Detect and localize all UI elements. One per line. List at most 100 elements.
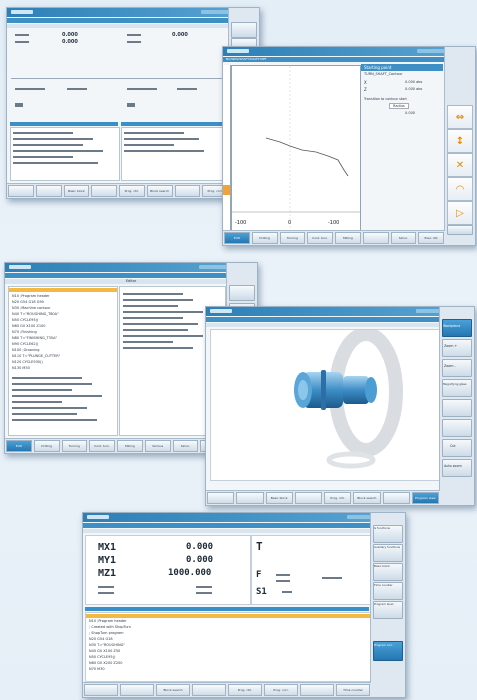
screen5-hk-1[interactable]	[84, 684, 118, 696]
r-value[interactable]: 0.000	[405, 111, 415, 115]
prog-line-8[interactable]: N60 G0 X200 Z200	[89, 661, 123, 665]
screen1-hk-7[interactable]	[174, 185, 201, 197]
hk-simulation[interactable]: Simul.	[390, 232, 417, 244]
screen3-hk-milling[interactable]: Milling	[117, 440, 143, 452]
screen3-hk-various[interactable]: Various	[144, 440, 171, 452]
screen4-softkey-6[interactable]	[442, 419, 472, 437]
screen4-hk-4[interactable]	[294, 492, 322, 504]
pole-icon[interactable]: ▷	[447, 201, 473, 225]
screen4-hk-6[interactable]: Block search	[353, 492, 381, 504]
cancel-softkey[interactable]	[447, 225, 473, 235]
simulation-view	[210, 327, 440, 481]
arc-icon[interactable]: ◠	[447, 177, 473, 201]
screen5-subheader	[83, 529, 405, 533]
screen4-softkey-5[interactable]	[442, 399, 472, 417]
hk-turning[interactable]: Turning	[279, 232, 306, 244]
editor-line-12[interactable]: N120 CYCLE930()	[12, 360, 43, 364]
zoom-out-softkey[interactable]	[442, 359, 472, 377]
field-x-value[interactable]: 0.000 abs	[405, 80, 422, 84]
prog-line-4[interactable]: N20 G54 G18	[89, 637, 113, 641]
vertical-line-icon[interactable]: ↕	[447, 129, 473, 153]
prog-line-2[interactable]: ; Created with ShopTurn	[89, 625, 131, 629]
prog-line-3[interactable]: ; ShopTurn program	[89, 631, 124, 635]
prog-line-9[interactable]: N70 M30	[89, 667, 105, 671]
screen5-hk-4[interactable]	[192, 684, 226, 696]
editor-selected-line[interactable]	[9, 288, 117, 292]
editor-line-4[interactable]: N40 T="ROUGHING_T80A"	[12, 312, 59, 316]
editor-line-11[interactable]: N110 T="PLUNGE_CUTTER"	[12, 354, 60, 358]
shaft-end	[365, 377, 377, 403]
screen3-softkey-1[interactable]	[229, 285, 255, 301]
screen1-program-header	[10, 122, 118, 126]
screen4-hk-1[interactable]	[207, 492, 235, 504]
screen3-hk-turning[interactable]: Turning	[61, 440, 88, 452]
screen1-hk-2[interactable]	[35, 185, 62, 197]
program-selected-line[interactable]	[86, 614, 370, 618]
editor-line-7[interactable]: N70 ;Finishing	[12, 330, 37, 334]
prog-line-1[interactable]: N10 ;Program header	[89, 619, 127, 623]
screen4-hk-7[interactable]	[382, 492, 410, 504]
prog-line-7[interactable]: N50 CYCLE95()	[89, 655, 115, 659]
siemens-logo	[87, 515, 109, 519]
editor-line-3[interactable]: N30 ;Machine contour	[12, 306, 51, 310]
parameter-panel: Starting point TURN_SHAFT_Contour X 0.00…	[361, 64, 443, 234]
screen1-value-2: 0.000	[62, 39, 78, 45]
screen1-hk-3[interactable]: Basic block	[63, 185, 90, 197]
screen4-hk-8[interactable]: Program view	[411, 492, 439, 504]
screen1-hk-4[interactable]	[91, 185, 117, 197]
zoom-in-softkey[interactable]	[442, 339, 472, 357]
editor-list-left: N10 ;Program header N20 G54 G18 G90 N30 …	[8, 286, 118, 436]
prog-line-5[interactable]: N30 T="ROUGHING"	[89, 643, 125, 647]
hk-milling[interactable]: Milling	[335, 232, 361, 244]
feed-label: F	[256, 570, 262, 580]
editor-line-10[interactable]: N100 ;Grooving	[12, 348, 39, 352]
editor-line-1[interactable]: N10 ;Program header	[12, 294, 50, 298]
cut-softkey[interactable]	[442, 439, 472, 457]
screen1-header	[7, 18, 259, 23]
hk-various[interactable]	[362, 232, 389, 244]
editor-line-13[interactable]: N130 M30	[12, 366, 30, 370]
screen4-hk-5[interactable]: Prog. ctrl.	[324, 492, 352, 504]
screen2-path: NC/WKS/SHAFT/SHAFT.MPF	[223, 57, 475, 62]
workpiece-softkey[interactable]	[442, 319, 472, 337]
screen1-hk-1[interactable]	[8, 185, 34, 197]
screen5-hk-2[interactable]	[120, 684, 154, 696]
screen2-softkey-bar: ⇔ ↕ ✕ ◠ ▷	[444, 47, 475, 245]
auto-zoom-softkey[interactable]	[442, 459, 472, 477]
screen1-hk-6[interactable]: Block search	[146, 185, 173, 197]
basic-block-label: Basic block	[374, 564, 390, 568]
screen5-hk-8[interactable]: Time counter	[336, 684, 370, 696]
screen3-hk-drilling[interactable]: Drilling	[33, 440, 60, 452]
screen3-hk-simul[interactable]: Simul.	[172, 440, 199, 452]
zoom-in-label: Zoom +	[444, 344, 458, 348]
screen3-hk-contour[interactable]: Cont. turn.	[89, 440, 115, 452]
editor-line-9[interactable]: N90 CYCLE62()	[12, 342, 38, 346]
hk-execute[interactable]: Exec. NC	[418, 232, 444, 244]
editor-line-6[interactable]: N60 G0 X100 Z100	[12, 324, 46, 328]
screen4-hk-2[interactable]	[236, 492, 264, 504]
field-z-value[interactable]: 0.000 abs	[405, 87, 422, 91]
field-z-label: Z	[364, 87, 367, 92]
hk-contour-turning[interactable]: Cont. turn.	[307, 232, 333, 244]
siemens-logo	[210, 309, 232, 313]
spindle-label: S1	[256, 587, 267, 597]
prog-line-6[interactable]: N40 G0 X100 Z50	[89, 649, 120, 653]
axis-name-2: MY1	[98, 555, 117, 566]
screen3-hk-edit[interactable]: Edit	[6, 440, 32, 452]
screen5-hk-3[interactable]: Block search	[156, 684, 190, 696]
screen5-hk-7[interactable]	[300, 684, 334, 696]
screen3-horizontal-softkeys: Edit Drilling Turning Cont. turn. Millin…	[5, 438, 227, 453]
screen5-hk-6[interactable]: Prog. corr.	[264, 684, 298, 696]
editor-line-2[interactable]: N20 G54 G18 G90	[12, 300, 44, 304]
screen4-hk-3[interactable]: Basic block	[265, 492, 293, 504]
hk-edit[interactable]: Edit	[224, 232, 250, 244]
transition-value[interactable]: Radius	[389, 103, 409, 109]
screen1-hk-5[interactable]: Prog. ctrl.	[119, 185, 145, 197]
diagonal-line-icon[interactable]: ✕	[447, 153, 473, 177]
horizontal-line-icon[interactable]: ⇔	[447, 105, 473, 129]
hk-drilling[interactable]: Drilling	[251, 232, 278, 244]
editor-line-5[interactable]: N50 CYCLE95()	[12, 318, 38, 322]
screen5-hk-5[interactable]: Prog. ctrl.	[228, 684, 262, 696]
editor-line-8[interactable]: N80 T="FINISHING_T35A"	[12, 336, 57, 340]
screen1-softkey-1[interactable]	[231, 22, 257, 38]
